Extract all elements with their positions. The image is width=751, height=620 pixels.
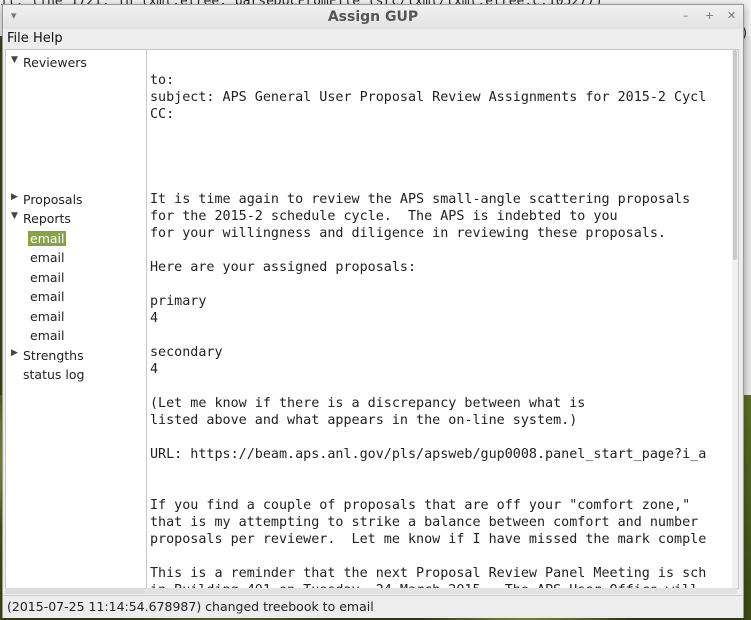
close-icon[interactable]: ✕ — [727, 9, 736, 22]
email-line — [150, 429, 735, 446]
email-line: for the 2015-2 schedule cycle. The APS i… — [150, 209, 618, 224]
scrollbar-thumb[interactable] — [733, 50, 737, 260]
assign-gup-window: ▾ Assign GUP – + ✕ File Help ▼ Reviewers… — [2, 4, 744, 618]
collapsed-arrow-icon[interactable]: ▶ — [11, 192, 18, 202]
email-line: for your willingness and diligence in re… — [150, 226, 666, 241]
expanded-arrow-icon[interactable]: ▼ — [11, 55, 18, 65]
email-line: This is a reminder that the next Proposa… — [150, 566, 707, 581]
email-body-text[interactable]: to: subject: APS General User Proposal Re… — [150, 72, 735, 588]
email-line: primary — [150, 294, 207, 309]
maximize-icon[interactable]: + — [705, 9, 714, 22]
status-bar: (2015-07-25 11:14:54.678987) changed tre… — [3, 595, 743, 618]
collapsed-arrow-icon[interactable]: ▶ — [11, 348, 18, 358]
email-line: listed above and what appears in the on-… — [150, 413, 578, 428]
email-line — [150, 157, 735, 174]
menu-file[interactable]: File — [7, 31, 29, 46]
email-line: 4 — [150, 362, 159, 377]
email-line — [150, 140, 735, 157]
email-line: If you find a couple of proposals that a… — [150, 498, 691, 513]
email-line — [150, 327, 735, 344]
horizontal-scrollbar[interactable] — [146, 588, 737, 594]
email-line: It is time again to review the APS small… — [150, 192, 691, 207]
email-text-area[interactable]: to: subject: APS General User Proposal Re… — [146, 49, 739, 589]
email-line — [150, 463, 735, 480]
expanded-arrow-icon[interactable]: ▼ — [11, 211, 18, 221]
email-line — [150, 123, 735, 140]
email-line — [150, 378, 735, 395]
email-line: subject: APS General User Proposal Revie… — [150, 90, 707, 105]
email-line: CC: — [150, 107, 175, 122]
vertical-scrollbar[interactable] — [732, 50, 738, 588]
email-line — [150, 548, 735, 565]
tree-horizontal-scrollbar[interactable] — [5, 588, 145, 594]
email-line: 4 — [150, 311, 159, 326]
email-line — [150, 174, 735, 191]
menu-bar: File Help — [3, 29, 743, 49]
email-line: secondary — [150, 345, 223, 360]
email-line: to: — [150, 73, 175, 88]
email-line: that is my attempting to strike a balanc… — [150, 515, 699, 530]
status-text: (2015-07-25 11:14:54.678987) changed tre… — [7, 599, 374, 614]
email-line: Here are your assigned proposals: — [150, 260, 417, 275]
treebook-panel: ▼ Reviewers ▶ Proposals ▼ Reports email … — [5, 49, 147, 589]
email-line: URL: https://beam.aps.anl.gov/pls/apsweb… — [150, 447, 707, 462]
email-line: proposals per reviewer. Let me know if I… — [150, 532, 707, 547]
email-line: (Let me know if there is a discrepancy b… — [150, 396, 586, 411]
email-line — [150, 276, 735, 293]
email-line — [150, 242, 735, 259]
minimize-icon[interactable]: – — [683, 9, 689, 22]
title-bar[interactable]: ▾ Assign GUP – + ✕ — [3, 5, 743, 29]
window-title: Assign GUP — [327, 9, 419, 25]
menu-help[interactable]: Help — [33, 31, 63, 46]
email-line — [150, 480, 735, 497]
